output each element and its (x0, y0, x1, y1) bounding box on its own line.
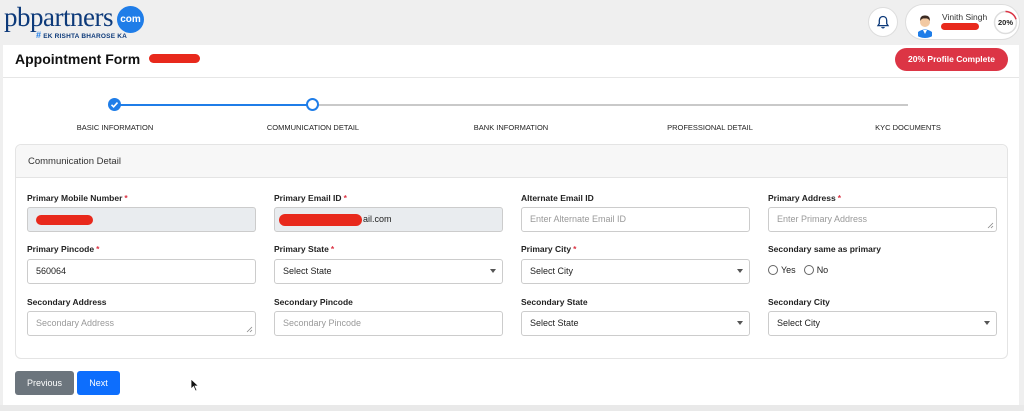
label-text: Primary State (274, 244, 329, 254)
input-value: 560064 (36, 266, 67, 276)
profile-progress-percent: 20% (997, 18, 1013, 27)
required-marker: * (343, 193, 347, 203)
step-basic-information-dot[interactable] (108, 98, 121, 111)
logo-tagline: # EK RISHTA BHAROSE KA (36, 30, 127, 40)
check-icon (110, 102, 119, 108)
primary-pincode-label: Primary Pincode * (27, 244, 99, 254)
previous-button[interactable]: Previous (15, 371, 74, 395)
required-marker: * (837, 193, 842, 203)
primary-pincode-input[interactable]: 560064 (27, 259, 256, 284)
stepper-progress-line (115, 104, 313, 106)
bell-icon (876, 15, 890, 29)
required-marker: * (573, 244, 577, 254)
bottom-strip (0, 405, 1024, 411)
step-communication-detail-dot[interactable] (306, 98, 319, 111)
page-title: Appointment Form (15, 51, 141, 67)
placeholder-text: Secondary Pincode (283, 318, 362, 328)
alternate-email-input[interactable]: Enter Alternate Email ID (521, 207, 750, 232)
top-bar: pbpartners com # EK RISHTA BHAROSE KA Vin… (0, 0, 1024, 44)
primary-email-field: ail.com (274, 207, 503, 232)
placeholder-text: Enter Alternate Email ID (530, 214, 627, 224)
primary-address-textarea[interactable]: Enter Primary Address (768, 207, 997, 232)
required-marker: * (96, 244, 100, 254)
title-divider (3, 77, 1019, 78)
next-button[interactable]: Next (77, 371, 120, 395)
stepper-remaining-line (313, 104, 908, 106)
placeholder-text: Secondary Address (36, 318, 115, 328)
secondary-pincode-label: Secondary Pincode (274, 297, 353, 307)
caret-down-icon (737, 269, 743, 273)
primary-email-label: Primary Email ID * (274, 193, 347, 203)
caret-down-icon (984, 321, 990, 325)
caret-down-icon (490, 269, 496, 273)
label-text: Primary Address (768, 193, 836, 203)
caret-down-icon (737, 321, 743, 325)
resize-grip-icon[interactable] (987, 222, 994, 229)
email-suffix: ail.com (363, 214, 392, 224)
secondary-state-select[interactable]: Select State (521, 311, 750, 336)
user-avatar-icon (910, 8, 940, 38)
profile-complete-badge: 20% Profile Complete (895, 48, 1008, 71)
required-marker: * (124, 193, 128, 203)
selected-value: Select State (530, 318, 579, 328)
section-header: Communication Detail (16, 145, 1007, 178)
secondary-same-radio-group: Yes No (768, 265, 828, 275)
redacted-email (279, 214, 362, 226)
user-profile-menu[interactable]: Vinith Singh 20% (905, 4, 1020, 40)
step-label-professional-detail[interactable]: PROFESSIONAL DETAIL (667, 123, 753, 132)
mouse-cursor-icon (190, 378, 200, 392)
required-marker: * (330, 244, 335, 254)
appointment-form-card: Appointment Form 20% Profile Complete BA… (3, 45, 1019, 411)
radio-no-label[interactable]: No (817, 265, 829, 275)
label-text: Primary Pincode (27, 244, 95, 254)
secondary-same-label: Secondary same as primary (768, 244, 881, 254)
secondary-city-select[interactable]: Select City (768, 311, 997, 336)
secondary-address-textarea[interactable]: Secondary Address (27, 311, 256, 336)
resize-grip-icon[interactable] (246, 326, 253, 333)
primary-state-label: Primary State * (274, 244, 334, 254)
avatar (910, 8, 940, 38)
redacted-user-detail (941, 23, 979, 30)
label-text: Primary Mobile Number (27, 193, 123, 203)
step-label-basic-information[interactable]: BASIC INFORMATION (77, 123, 154, 132)
secondary-city-label: Secondary City (768, 297, 830, 307)
section-title: Communication Detail (28, 156, 121, 167)
redacted-title-detail (149, 54, 200, 63)
logo-com-badge: com (117, 6, 144, 33)
radio-no[interactable] (803, 265, 814, 275)
primary-mobile-label: Primary Mobile Number * (27, 193, 128, 203)
secondary-pincode-input[interactable]: Secondary Pincode (274, 311, 503, 336)
alternate-email-label: Alternate Email ID (521, 193, 594, 203)
user-name: Vinith Singh (942, 12, 988, 22)
primary-mobile-field (27, 207, 256, 232)
communication-detail-section: Communication Detail Primary Mobile Numb… (15, 144, 1008, 359)
selected-value: Select State (283, 266, 332, 276)
label-text: Primary City (521, 244, 572, 254)
step-label-bank-information[interactable]: BANK INFORMATION (474, 123, 548, 132)
secondary-state-label: Secondary State (521, 297, 588, 307)
logo-wordmark: pbpartners (4, 2, 113, 32)
selected-value: Select City (530, 266, 574, 276)
hash-icon: # (36, 30, 42, 40)
primary-city-label: Primary City * (521, 244, 576, 254)
primary-city-select[interactable]: Select City (521, 259, 750, 284)
tagline-text: EK RISHTA BHAROSE KA (43, 33, 128, 40)
radio-yes[interactable] (768, 265, 778, 275)
notifications-button[interactable] (868, 7, 898, 37)
primary-address-label: Primary Address * (768, 193, 841, 203)
radio-yes-label[interactable]: Yes (781, 265, 796, 275)
primary-state-select[interactable]: Select State (274, 259, 503, 284)
label-text: Primary Email ID (274, 193, 342, 203)
placeholder-text: Enter Primary Address (777, 214, 868, 224)
pbpartners-logo[interactable]: pbpartners com # EK RISHTA BHAROSE KA (4, 2, 154, 42)
secondary-address-label: Secondary Address (27, 297, 107, 307)
step-label-communication-detail[interactable]: COMMUNICATION DETAIL (267, 123, 359, 132)
selected-value: Select City (777, 318, 821, 328)
step-label-kyc-documents[interactable]: KYC DOCUMENTS (875, 123, 941, 132)
redacted-mobile-number (36, 215, 93, 225)
